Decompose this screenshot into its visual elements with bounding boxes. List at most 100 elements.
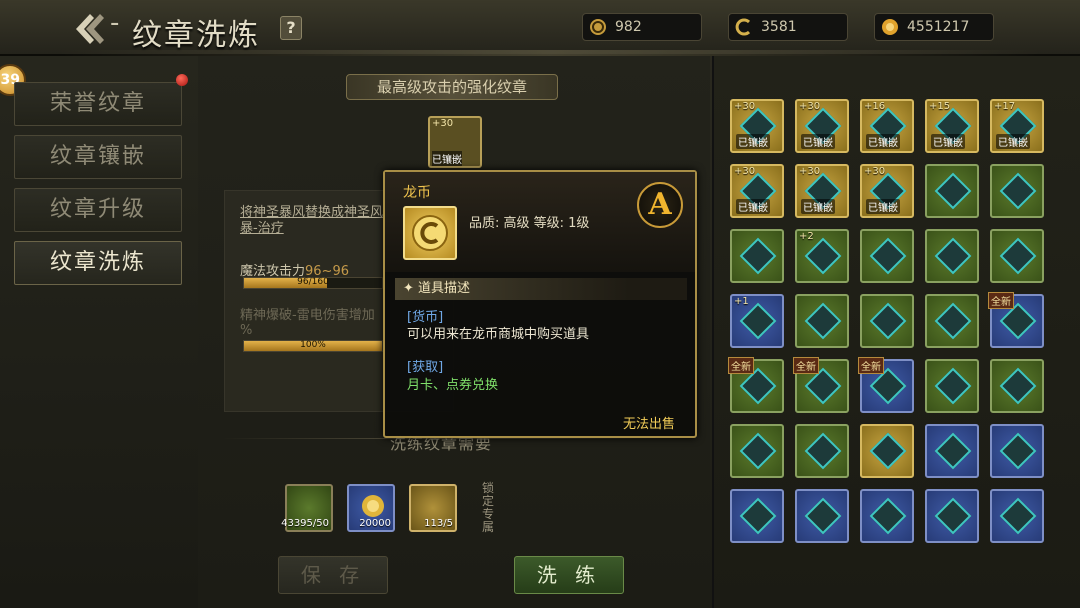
inventory-slot[interactable] <box>990 424 1044 478</box>
inventory-slot[interactable]: +15 已镶嵌 <box>925 99 979 153</box>
inventory-slot[interactable] <box>925 164 979 218</box>
inventory-slot[interactable]: +30 已镶嵌 <box>730 99 784 153</box>
inventory-slot[interactable] <box>990 489 1044 543</box>
inventory-slot[interactable]: 全新 <box>858 357 914 413</box>
save-button[interactable]: 保 存 <box>278 556 388 594</box>
enhance-level: +30 <box>734 166 756 177</box>
stat-name: 精神爆破-雷电伤害增加 <box>240 308 375 323</box>
emblem-gem-icon <box>869 237 907 275</box>
item-quality-level: 品质: 高级 等级: 1级 <box>469 216 590 231</box>
new-ribbon: 全新 <box>793 357 819 374</box>
source-desc: 月卡、点券兑换 <box>407 378 499 393</box>
inventory-slot[interactable] <box>925 294 979 348</box>
inventory-slot[interactable] <box>795 424 849 478</box>
enhance-level: +30 <box>799 166 821 177</box>
inventory-slot[interactable] <box>860 489 914 543</box>
emblem-gem-icon <box>804 497 842 535</box>
material-slot-stone[interactable]: 113/5 <box>409 484 457 532</box>
inventory-slot[interactable] <box>860 229 914 283</box>
emblem-gem-icon <box>999 367 1037 405</box>
inventory-slot[interactable] <box>795 294 849 348</box>
equipped-tag: 已镶嵌 <box>801 199 835 214</box>
magic-attack-bar: 96/160 <box>243 277 383 289</box>
inventory-slot[interactable] <box>990 229 1044 283</box>
inventory-slot[interactable]: +30 已镶嵌 <box>795 99 849 153</box>
inventory-slot[interactable] <box>925 359 979 413</box>
new-ribbon: 全新 <box>988 292 1014 309</box>
inventory-slot[interactable] <box>925 229 979 283</box>
equipped-tag: 已镶嵌 <box>931 134 965 149</box>
grade-badge: A <box>637 182 683 228</box>
inventory-slot[interactable]: 全新 <box>793 357 849 413</box>
new-ribbon: 全新 <box>728 357 754 374</box>
inventory-slot[interactable] <box>990 164 1044 218</box>
equipped-tag: 已镶嵌 <box>736 199 770 214</box>
material-slot-gold[interactable]: 20000 <box>347 484 395 532</box>
inventory-slot[interactable]: +1 <box>730 294 784 348</box>
skill-description-link[interactable]: 将神圣暴风替换成神圣风暴-治疗 <box>240 205 390 237</box>
lightning-bar: 100% <box>243 340 383 352</box>
inventory-slot[interactable] <box>860 294 914 348</box>
inventory-slot[interactable] <box>795 489 849 543</box>
emblem-gem-icon <box>869 432 907 470</box>
inventory-slot[interactable]: +30 已镶嵌 <box>860 164 914 218</box>
inventory-slot[interactable] <box>860 424 914 478</box>
emblem-gem-icon <box>934 302 972 340</box>
refine-button[interactable]: 洗 练 <box>514 556 624 594</box>
emblem-gem-icon <box>739 497 777 535</box>
material-slot-emblem[interactable]: 43395/50 <box>281 484 333 532</box>
stat-label-lightning: 精神爆破-雷电伤害增加% <box>240 304 375 338</box>
dragon-coin-value: 982 <box>615 19 642 35</box>
lock-exclusive-label[interactable]: 锁定专属 <box>482 482 496 534</box>
emblem-gem-icon <box>869 497 907 535</box>
item-name: 龙币 <box>403 185 431 201</box>
equipped-tag: 已镶嵌 <box>866 134 900 149</box>
inventory-slot[interactable]: +17 已镶嵌 <box>990 99 1044 153</box>
inventory-slot[interactable] <box>730 229 784 283</box>
material-count: 113/5 <box>424 518 453 529</box>
enhance-level: +17 <box>994 101 1016 112</box>
new-ribbon: 全新 <box>858 357 884 374</box>
section-label: 道具描述 <box>418 281 471 296</box>
emblem-gem-icon <box>934 432 972 470</box>
enhance-level: +30 <box>864 166 886 177</box>
emblem-gem-icon <box>739 237 777 275</box>
inventory-slot[interactable] <box>730 424 784 478</box>
page-title: 纹章洗炼 <box>132 18 260 53</box>
back-arrow-icon[interactable] <box>72 12 112 46</box>
inventory-slot[interactable]: 全新 <box>988 292 1044 348</box>
bar-text: 100% <box>300 340 326 350</box>
silver-coin-value: 4551217 <box>907 19 970 35</box>
inventory-slot[interactable] <box>990 359 1044 413</box>
inventory-slot[interactable] <box>925 489 979 543</box>
sidebar-item-emblem-upgrade[interactable]: 纹章升级 <box>14 188 182 232</box>
enhance-level: +2 <box>799 231 814 242</box>
enhance-level: +15 <box>929 101 951 112</box>
sidebar-item-emblem-inlay[interactable]: 纹章镶嵌 <box>14 135 182 179</box>
dragon-coin-counter: 982 <box>582 13 702 41</box>
inventory-slot[interactable]: 全新 <box>728 357 784 413</box>
gold-coin-icon <box>735 18 751 36</box>
material-count: 43395/50 <box>281 518 329 529</box>
sidebar-item-honor-emblem[interactable]: 荣誉纹章 <box>14 82 182 126</box>
enhance-level: +1 <box>734 296 749 307</box>
selected-emblem-slot[interactable]: +30 已镶嵌 <box>428 116 482 168</box>
inventory-slot[interactable]: +30 已镶嵌 <box>795 164 849 218</box>
sidebar-item-emblem-refine[interactable]: 纹章洗炼 <box>14 241 182 285</box>
coin-icon <box>412 215 448 251</box>
notification-dot <box>176 74 188 86</box>
material-count: 20000 <box>359 518 391 529</box>
inventory-slot[interactable]: +30 已镶嵌 <box>730 164 784 218</box>
emblem-gem-icon <box>934 172 972 210</box>
emblem-gem-icon <box>739 432 777 470</box>
gold-coin-icon <box>362 495 384 517</box>
inventory-slot[interactable] <box>925 424 979 478</box>
emblem-plus: +30 <box>432 118 454 129</box>
emblem-gem-icon <box>999 432 1037 470</box>
section-title: 最高级攻击的强化纹章 <box>346 74 558 100</box>
inventory-slot[interactable]: +16 已镶嵌 <box>860 99 914 153</box>
help-button[interactable]: ? <box>280 16 302 40</box>
inventory-slot[interactable]: +2 <box>795 229 849 283</box>
emblem-gem-icon <box>869 302 907 340</box>
inventory-slot[interactable] <box>730 489 784 543</box>
